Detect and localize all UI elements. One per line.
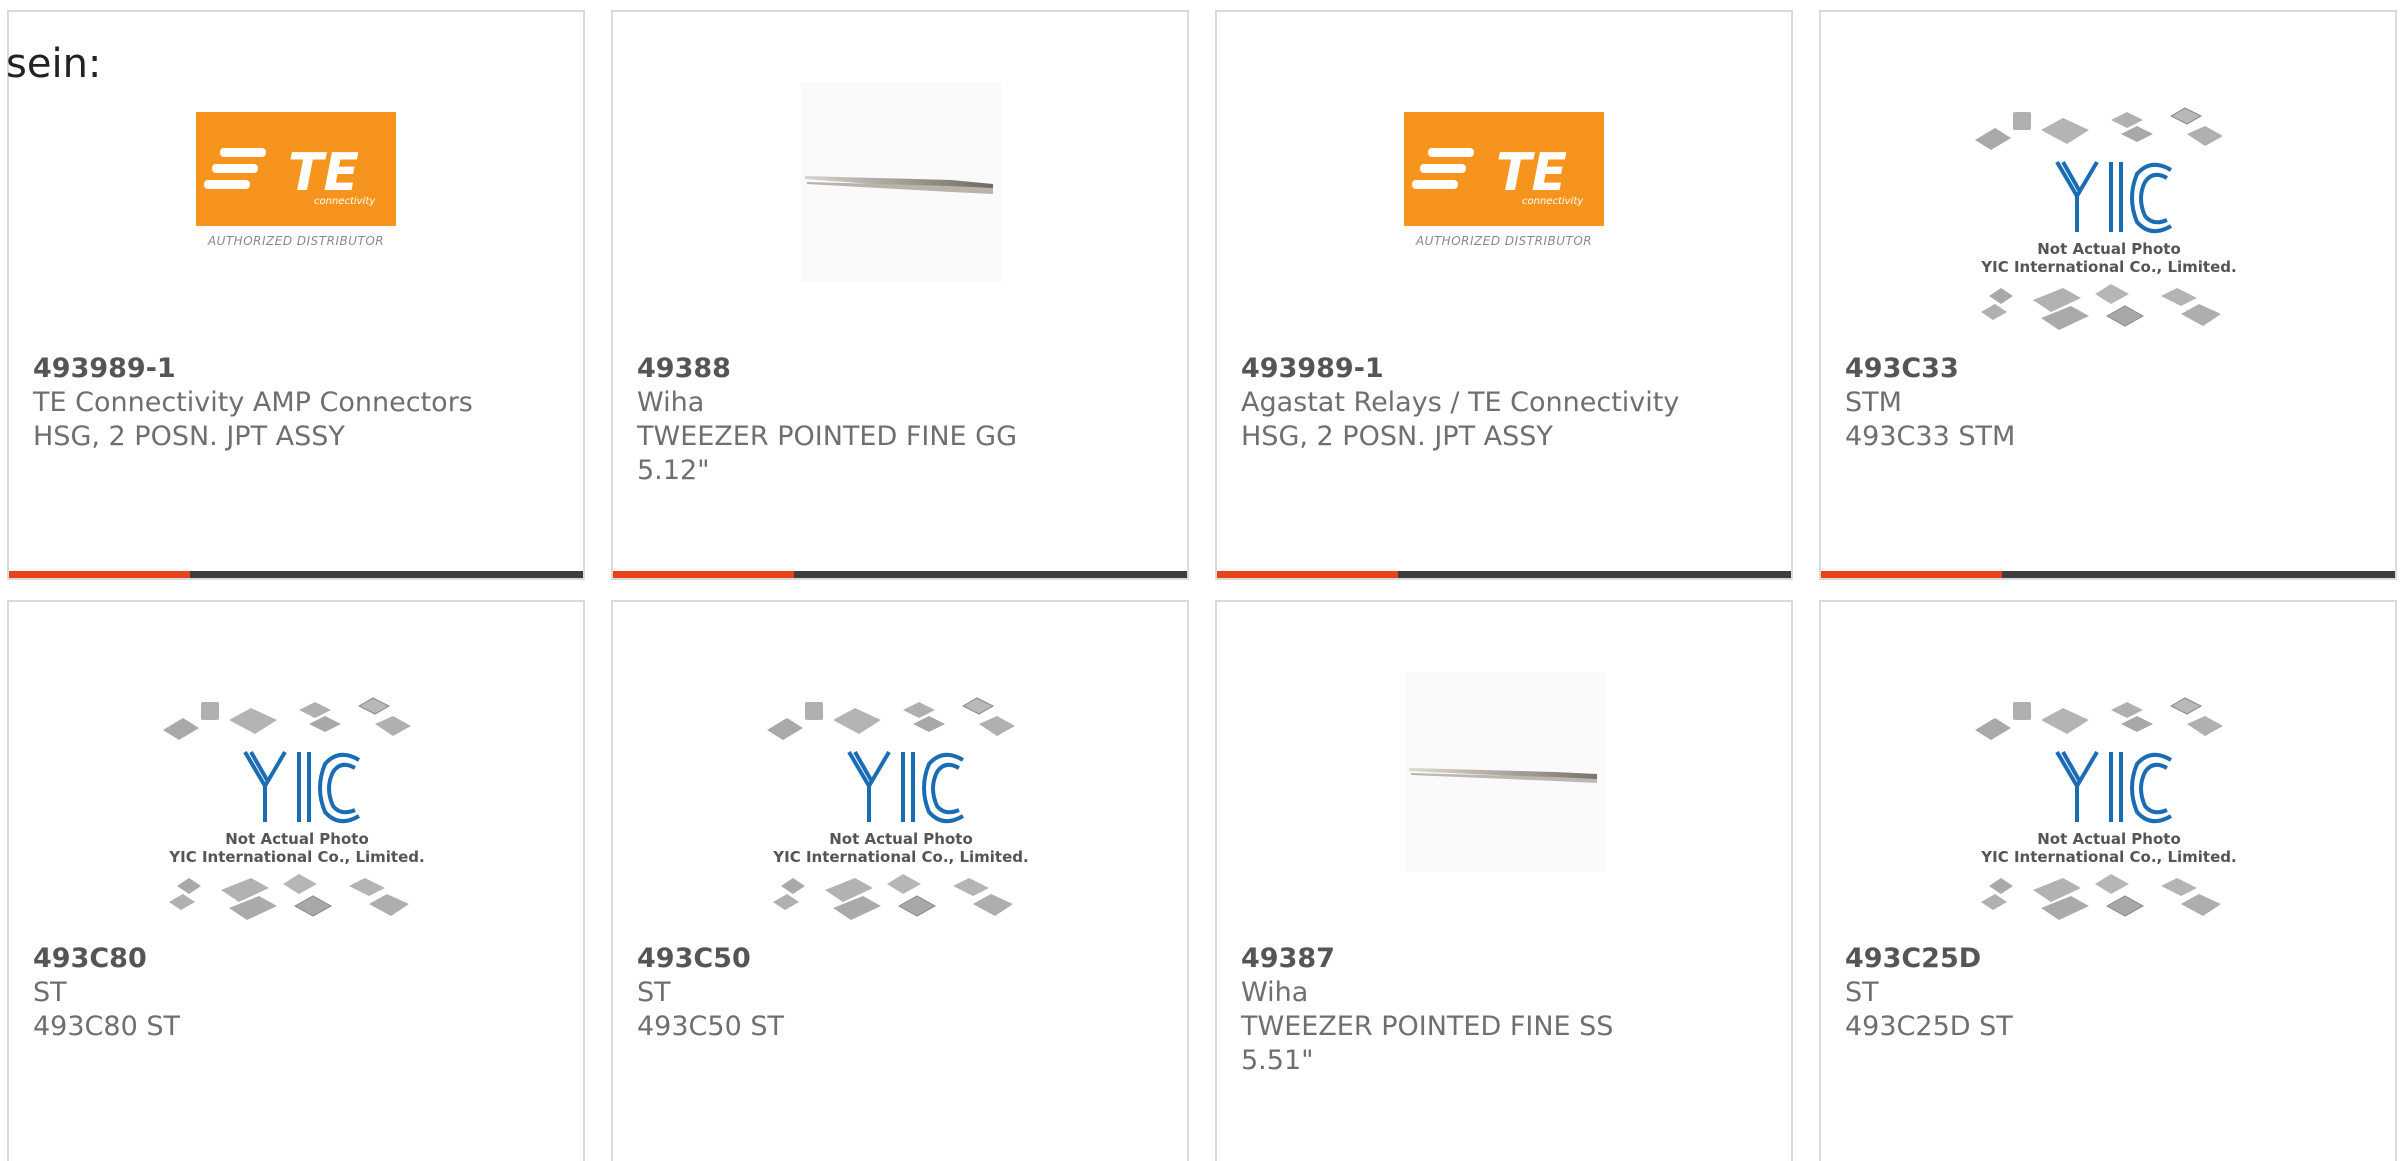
manufacturer: ST — [1845, 977, 1879, 1008]
part-number[interactable]: 493C80 — [33, 942, 559, 976]
product-image[interactable]: Not Actual Photo YIC International Co., … — [1821, 12, 2395, 352]
svg-text:TE: TE — [288, 143, 359, 203]
product-image[interactable]: Not Actual Photo YIC International Co., … — [1821, 602, 2395, 942]
card-bottom-bar — [1217, 571, 1791, 578]
description: 493C25D ST — [1845, 1011, 2013, 1042]
description: TWEEZER POINTED FINE GG 5.12" — [637, 421, 1018, 486]
product-card[interactable]: 49388 Wiha TWEEZER POINTED FINE GG 5.12" — [611, 10, 1189, 580]
manufacturer: TE Connectivity AMP Connectors — [33, 387, 473, 418]
description: 493C80 ST — [33, 1011, 180, 1042]
te-connectivity-logo: TE connectivity AUTHORIZED DISTRIBUTOR — [196, 112, 396, 262]
product-image[interactable]: Not Actual Photo YIC International Co., … — [9, 602, 583, 942]
card-bottom-bar — [9, 571, 583, 578]
product-card[interactable]: Not Actual Photo YIC International Co., … — [1819, 600, 2397, 1161]
yic-caption-line1: Not Actual Photo — [2037, 830, 2181, 848]
yic-placeholder-image: Not Actual Photo YIC International Co., … — [159, 690, 435, 940]
description: 493C50 ST — [637, 1011, 784, 1042]
logo-caption: AUTHORIZED DISTRIBUTOR — [207, 234, 385, 248]
logo-caption: AUTHORIZED DISTRIBUTOR — [1415, 234, 1593, 248]
manufacturer: Agastat Relays / TE Connectivity — [1241, 387, 1680, 418]
svg-text:TE: TE — [1496, 143, 1567, 203]
product-card[interactable]: Not Actual Photo YIC International Co., … — [611, 600, 1189, 1161]
product-image[interactable]: Not Actual Photo YIC International Co., … — [613, 602, 1187, 942]
description: HSG, 2 POSN. JPT ASSY — [1241, 421, 1553, 452]
product-card[interactable]: 49387 Wiha TWEEZER POINTED FINE SS 5.51" — [1215, 600, 1793, 1161]
manufacturer: Wiha — [637, 387, 705, 418]
yic-caption-line1: Not Actual Photo — [829, 830, 973, 848]
yic-caption-line1: Not Actual Photo — [225, 830, 369, 848]
part-number[interactable]: 493989-1 — [33, 352, 559, 386]
description: 493C33 STM — [1845, 421, 2016, 452]
part-number[interactable]: 493989-1 — [1241, 352, 1767, 386]
part-number[interactable]: 49387 — [1241, 942, 1767, 976]
product-card[interactable]: TE connectivity AUTHORIZED DISTRIBUTOR 4… — [7, 10, 585, 580]
product-card[interactable]: Not Actual Photo YIC International Co., … — [1819, 10, 2397, 580]
yic-caption-line2: YIC International Co., Limited. — [169, 848, 425, 866]
product-image[interactable]: TE connectivity AUTHORIZED DISTRIBUTOR — [1217, 12, 1791, 352]
manufacturer: ST — [637, 977, 671, 1008]
svg-text:connectivity: connectivity — [314, 196, 376, 207]
part-number[interactable]: 493C50 — [637, 942, 1163, 976]
manufacturer: Wiha — [1241, 977, 1309, 1008]
manufacturer: STM — [1845, 387, 1902, 418]
yic-placeholder-image: Not Actual Photo YIC International Co., … — [1971, 100, 2247, 350]
page: sein: TE connectivity AUTHORIZED DISTRIB… — [0, 0, 2400, 1161]
yic-caption-line1: Not Actual Photo — [2037, 240, 2181, 258]
te-connectivity-logo: TE connectivity AUTHORIZED DISTRIBUTOR — [1404, 112, 1604, 262]
yic-caption-line2: YIC International Co., Limited. — [773, 848, 1029, 866]
part-number[interactable]: 49388 — [637, 352, 1163, 386]
product-card[interactable]: TE connectivity AUTHORIZED DISTRIBUTOR 4… — [1215, 10, 1793, 580]
product-image[interactable] — [613, 12, 1187, 352]
yic-placeholder-image: Not Actual Photo YIC International Co., … — [763, 690, 1039, 940]
manufacturer: ST — [33, 977, 67, 1008]
intro-text: sein: — [6, 41, 102, 87]
product-image[interactable] — [1217, 602, 1791, 942]
yic-caption-line2: YIC International Co., Limited. — [1981, 258, 2237, 276]
card-bottom-bar — [613, 571, 1187, 578]
svg-text:connectivity: connectivity — [1522, 196, 1584, 207]
card-bottom-bar — [1821, 571, 2395, 578]
part-number[interactable]: 493C25D — [1845, 942, 2371, 976]
yic-placeholder-image: Not Actual Photo YIC International Co., … — [1971, 690, 2247, 940]
description: TWEEZER POINTED FINE SS 5.51" — [1241, 1011, 1614, 1076]
yic-caption-line2: YIC International Co., Limited. — [1981, 848, 2237, 866]
part-number[interactable]: 493C33 — [1845, 352, 2371, 386]
product-card[interactable]: Not Actual Photo YIC International Co., … — [7, 600, 585, 1161]
description: HSG, 2 POSN. JPT ASSY — [33, 421, 345, 452]
tweezer-photo — [1405, 672, 1605, 872]
tweezer-photo — [801, 82, 1001, 282]
